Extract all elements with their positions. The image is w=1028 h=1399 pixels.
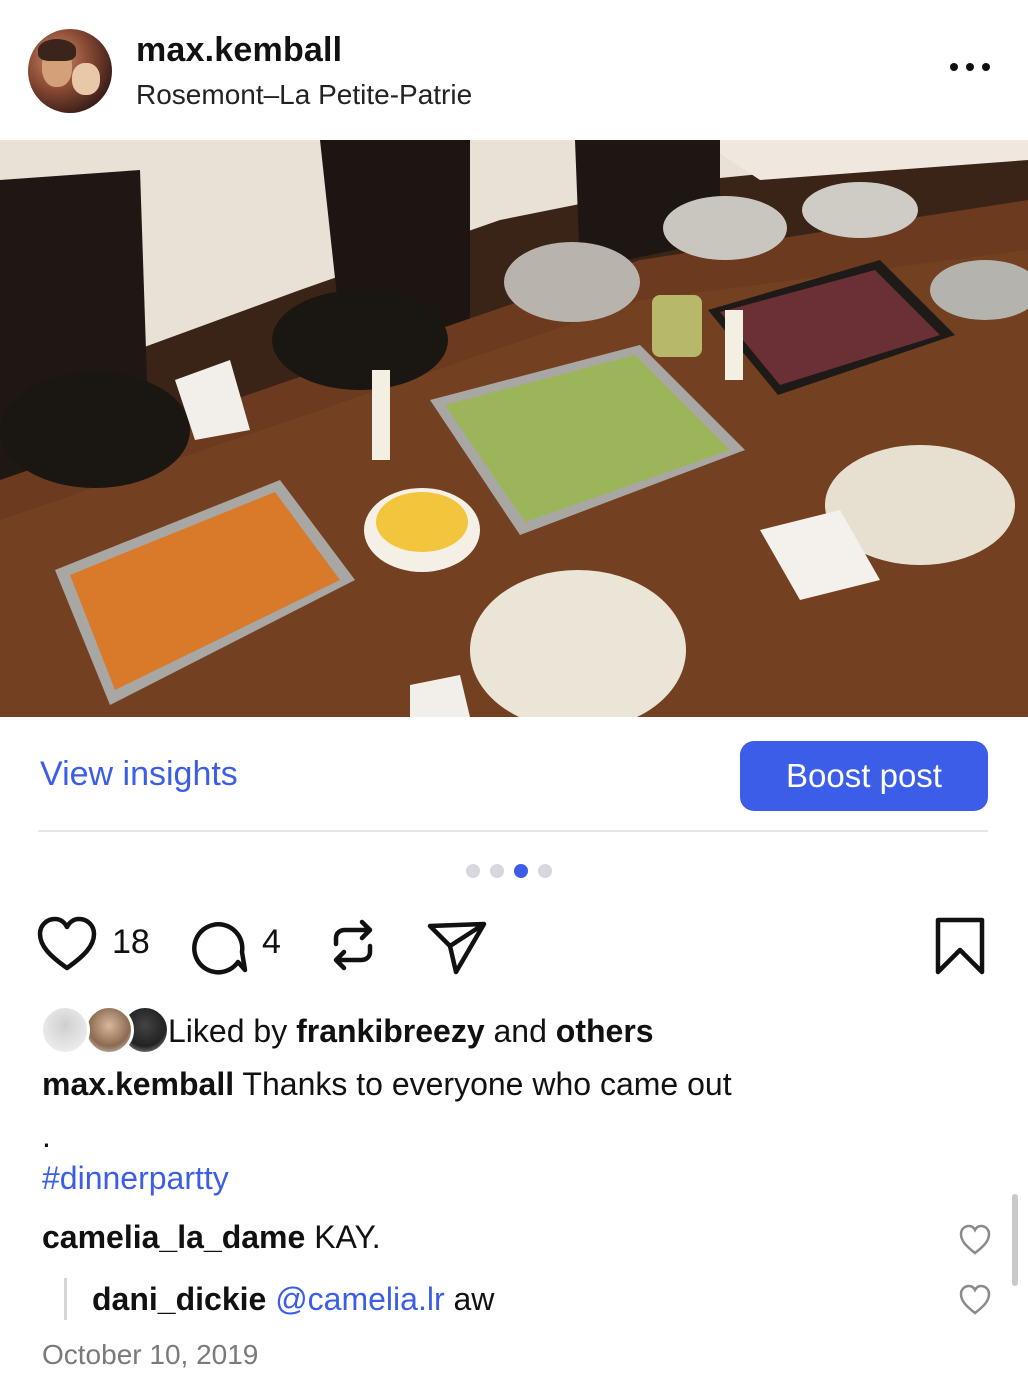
comment: camelia_la_dame KAY.	[42, 1219, 381, 1256]
heart-icon[interactable]	[36, 916, 98, 974]
comments-count[interactable]: 4	[262, 923, 281, 962]
likes-count[interactable]: 18	[112, 923, 150, 962]
post-header: max.kemball Rosemont–La Petite-Patrie	[0, 0, 1028, 140]
liked-by-text: Liked by frankibreezy and others	[168, 1013, 654, 1050]
divider	[38, 830, 988, 832]
caption: max.kemball Thanks to everyone who came …	[42, 1066, 732, 1103]
engagement-row: 18 4	[0, 910, 1028, 980]
repost-icon[interactable]	[326, 918, 380, 972]
comment-icon[interactable]	[190, 916, 250, 976]
post-actions-bar: View insights Boost post	[0, 717, 1028, 832]
carousel-dot	[466, 864, 480, 878]
carousel-dot-active	[514, 864, 528, 878]
carousel-indicator	[466, 864, 552, 878]
post-location[interactable]: Rosemont–La Petite-Patrie	[136, 79, 472, 111]
view-insights-link[interactable]: View insights	[40, 755, 238, 794]
avatar	[40, 1005, 90, 1055]
reply-thread-line	[64, 1278, 67, 1320]
bookmark-icon[interactable]	[934, 916, 986, 976]
caption-dot: .	[42, 1118, 51, 1154]
comment-text: KAY.	[305, 1219, 381, 1255]
carousel-dot	[538, 864, 552, 878]
scrollbar[interactable]	[1012, 1194, 1018, 1286]
liked-by-and: and	[484, 1013, 556, 1049]
reply-username[interactable]: dani_dickie	[92, 1281, 266, 1317]
caption-username[interactable]: max.kemball	[42, 1066, 234, 1102]
share-icon[interactable]	[426, 918, 488, 976]
liked-by-others[interactable]: others	[556, 1013, 654, 1049]
reply-like-icon[interactable]	[958, 1284, 992, 1316]
post-date: October 10, 2019	[42, 1339, 259, 1370]
comment-like-icon[interactable]	[958, 1224, 992, 1256]
hashtag-link[interactable]: #dinnerpartty	[42, 1160, 229, 1197]
avatar	[84, 1005, 134, 1055]
liker-username[interactable]: frankibreezy	[296, 1013, 485, 1049]
avatar[interactable]	[28, 29, 112, 113]
comment-username[interactable]: camelia_la_dame	[42, 1219, 305, 1255]
mention-link[interactable]: @camelia.lr	[266, 1281, 444, 1317]
more-options-icon[interactable]	[944, 52, 996, 82]
post-photo[interactable]	[0, 140, 1028, 717]
post-username[interactable]: max.kemball	[136, 31, 342, 70]
reply-text: aw	[444, 1281, 495, 1317]
reply-comment: dani_dickie @camelia.lr aw	[92, 1281, 494, 1318]
carousel-dot	[490, 864, 504, 878]
liked-by-label: Liked by	[168, 1013, 297, 1049]
boost-post-button[interactable]: Boost post	[740, 741, 988, 811]
caption-text: Thanks to everyone who came out	[234, 1066, 732, 1102]
